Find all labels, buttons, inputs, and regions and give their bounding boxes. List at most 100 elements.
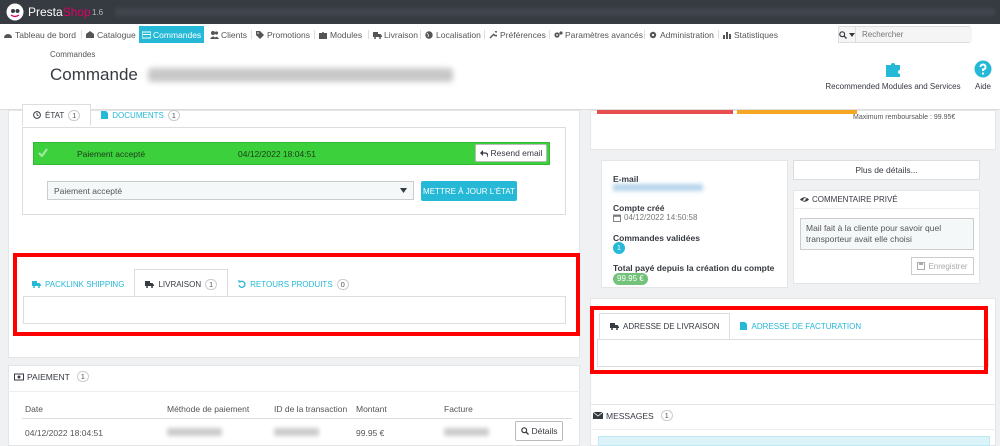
puzzle-icon [884, 60, 902, 78]
divider [8, 391, 580, 392]
nav-divider [81, 30, 82, 39]
help-button[interactable]: Aide [968, 60, 998, 91]
details-label: Détails [531, 426, 558, 436]
resend-email-button[interactable]: Resend email [475, 144, 547, 162]
divider [590, 429, 996, 430]
payment-details-button[interactable]: Détails [515, 421, 563, 441]
column-header-amount: Montant [356, 404, 387, 414]
recommended-modules-label: Recommended Modules and Services [825, 82, 961, 91]
brand-name-part1: Presta [28, 5, 63, 19]
page-title: Commande [50, 65, 138, 84]
nav-divider [718, 30, 719, 39]
max-refundable-text: Maximum remboursable : 99.95€ [853, 114, 956, 121]
check-icon [38, 148, 48, 157]
nav-divider [251, 30, 252, 39]
payment-title: Paiement [27, 371, 70, 382]
order-state-select[interactable]: Paiement accepté [47, 181, 414, 200]
save-comment-label: Enregistrer [928, 261, 968, 271]
messages-count: 1 [660, 410, 673, 421]
nav-label: Clients [221, 30, 247, 40]
tab-state[interactable]: État 1 [22, 104, 92, 126]
nav-item-stats[interactable]: Statistiques [723, 28, 778, 42]
search-input[interactable] [856, 27, 972, 42]
blurred-toolbar [115, 8, 995, 16]
nav-item-shipping[interactable]: Livraison [373, 28, 418, 42]
payment-amount: 99.95 € [356, 428, 385, 438]
nav-label: Administration [660, 30, 714, 40]
nav-item-orders[interactable]: Commandes [139, 26, 205, 43]
refund-button-partial[interactable] [597, 110, 733, 114]
partial-refund-button-partial[interactable] [737, 110, 857, 114]
blurred-payment-method [167, 428, 222, 436]
private-comment-textarea[interactable]: Mail fait à la cliente pour savoir quel … [800, 218, 974, 250]
update-state-button[interactable]: Mettre à jour l'état [421, 181, 517, 201]
nav-item-promotions[interactable]: Promotions [256, 28, 310, 42]
column-header-payment-method: Méthode de paiement [167, 404, 250, 414]
nav-label: Statistiques [734, 30, 778, 40]
dashboard-icon [4, 31, 12, 39]
status-tabs: État 1 Documents 1 [22, 104, 190, 126]
reply-icon [479, 149, 488, 157]
nav-item-advanced-settings[interactable]: Paramètres avancés [554, 28, 643, 42]
save-comment-button[interactable]: Enregistrer [911, 257, 974, 275]
blurred-invoice [444, 428, 489, 436]
nav-item-preferences[interactable]: Préférences [489, 28, 546, 42]
nav-divider [484, 30, 485, 39]
nav-item-localization[interactable]: Localisation [425, 28, 481, 42]
column-header-invoice: Facture [444, 404, 473, 414]
puzzle-icon [319, 31, 327, 39]
nav-label: Paramètres avancés [565, 30, 643, 40]
credit-card-icon [142, 31, 151, 39]
status-name: Paiement accepté [77, 149, 146, 159]
nav-item-dashboard[interactable]: Tableau de bord [4, 28, 76, 42]
version-label: 1.6 [92, 8, 104, 17]
blurred-email[interactable] [613, 184, 703, 191]
search-scope-button[interactable] [839, 27, 856, 42]
more-details-button[interactable]: Plus de détails... [793, 160, 980, 180]
tab-documents-count: 1 [167, 109, 180, 121]
nav-item-administration[interactable]: Administration [649, 28, 714, 42]
order-state-select-value: Paiement accepté [54, 185, 123, 196]
nav-item-catalog[interactable]: Catalogue [86, 28, 136, 42]
nav-item-modules[interactable]: Modules [319, 28, 362, 42]
prestashop-logo-icon[interactable] [6, 3, 24, 21]
valid-orders-label: Commandes validées [613, 233, 700, 243]
tab-state-count: 1 [68, 109, 81, 121]
tab-documents[interactable]: Documents 1 [91, 104, 190, 126]
wrench-icon [489, 31, 497, 39]
document-icon [101, 111, 109, 119]
highlight-frame-shipping [13, 253, 580, 336]
search-box [838, 26, 972, 43]
nav-label: Catalogue [97, 30, 136, 40]
total-spent-label: Total payé depuis la création du compte [613, 263, 775, 273]
blurred-transaction-id [274, 428, 319, 436]
column-header-date: Date [25, 404, 43, 414]
nav-label: Localisation [436, 30, 481, 40]
messages-header: Messages 1 [593, 410, 673, 421]
divider [794, 208, 979, 209]
state-content [22, 127, 566, 215]
account-created-value: 04/12/2022 14:50:58 [613, 213, 697, 222]
tab-state-label: État [45, 110, 65, 120]
breadcrumb[interactable]: Commandes [50, 50, 95, 59]
account-created-date: 04/12/2022 14:50:58 [624, 213, 698, 222]
payment-header: Paiement 1 [14, 371, 89, 382]
help-icon [974, 60, 992, 78]
envelope-icon [593, 412, 603, 419]
payment-date: 04/12/2022 18:04:51 [25, 428, 103, 438]
nav-label: Commandes [153, 29, 202, 40]
globe-icon [425, 31, 433, 39]
nav-divider [644, 30, 645, 39]
recommended-modules-button[interactable]: Recommended Modules and Services [823, 60, 963, 91]
help-label: Aide [974, 82, 991, 91]
eye-slash-icon [800, 196, 809, 203]
resend-email-label: Resend email [490, 148, 543, 158]
calendar-icon [613, 214, 621, 222]
table-divider [22, 418, 572, 419]
brand-name-part2: Shop [62, 5, 91, 19]
clock-icon [33, 111, 41, 119]
nav-item-customers[interactable]: Clients [210, 28, 247, 42]
nav-label: Modules [330, 30, 363, 40]
nav-label: Tableau de bord [15, 30, 76, 40]
column-header-transaction-id: ID de la transaction [274, 404, 348, 414]
